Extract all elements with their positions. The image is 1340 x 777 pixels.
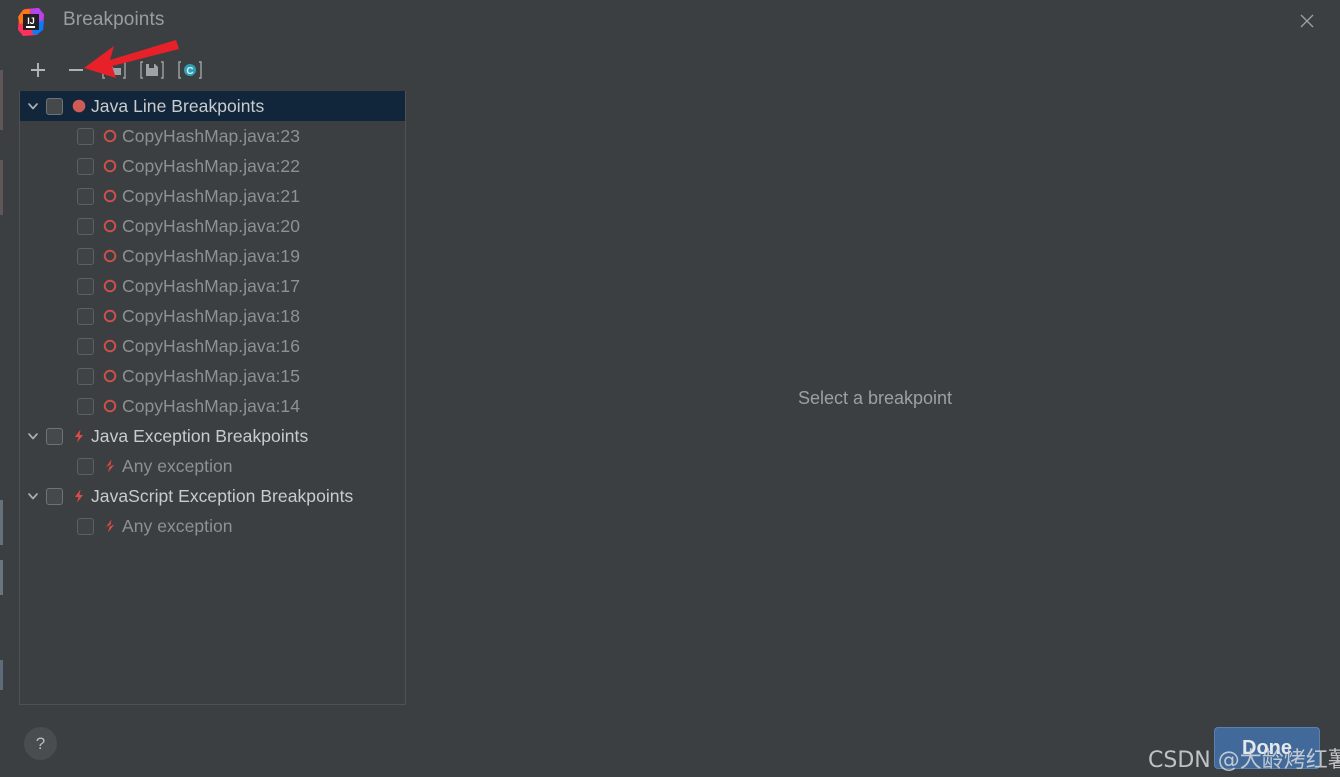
group-checkbox[interactable] [46,97,63,115]
breakpoint-label: CopyHashMap.java:20 [122,215,300,236]
edge-artifact [0,660,3,690]
tree-item-breakpoint[interactable]: CopyHashMap.java:14 [20,391,405,421]
tree-item-breakpoint[interactable]: CopyHashMap.java:18 [20,301,405,331]
tree-group-javascript-exception-breakpoints[interactable]: JavaScript Exception Breakpoints [20,481,405,511]
remove-breakpoint-button[interactable] [57,54,95,86]
tree-item-any-exception[interactable]: Any exception [20,511,405,541]
breakpoints-toolbar: C [19,54,209,86]
add-breakpoint-button[interactable] [19,54,57,86]
tree-item-breakpoint[interactable]: CopyHashMap.java:16 [20,331,405,361]
breakpoint-disabled-icon [100,217,119,236]
breakpoint-checkbox[interactable] [77,157,94,175]
tree-item-any-exception[interactable]: Any exception [20,451,405,481]
breakpoint-checkbox[interactable] [77,367,94,385]
breakpoint-label: CopyHashMap.java:23 [122,125,300,146]
breakpoint-label: CopyHashMap.java:17 [122,275,300,296]
edge-artifact [0,70,3,130]
group-checkbox[interactable] [46,427,63,445]
breakpoint-disabled-icon [100,337,119,356]
tree-item-breakpoint[interactable]: CopyHashMap.java:22 [20,151,405,181]
done-button-label: Done [1242,736,1292,759]
svg-text:C: C [186,66,193,77]
help-button[interactable]: ? [24,727,57,760]
breakpoint-disabled-icon [100,277,119,296]
exception-bolt-icon [69,427,88,446]
chevron-down-icon[interactable] [20,429,46,443]
breakpoint-checkbox[interactable] [77,277,94,295]
breakpoint-checkbox[interactable] [77,337,94,355]
breakpoint-checkbox[interactable] [77,307,94,325]
breakpoint-dot-icon [69,97,88,116]
breakpoint-checkbox[interactable] [77,247,94,265]
edge-artifact [0,560,3,595]
edge-artifact [0,500,3,545]
tree-item-breakpoint[interactable]: CopyHashMap.java:15 [20,361,405,391]
breakpoint-label: CopyHashMap.java:16 [122,335,300,356]
breakpoint-disabled-icon [100,127,119,146]
exception-bolt-disabled-icon [100,457,119,476]
breakpoint-checkbox[interactable] [77,217,94,235]
window-title: Breakpoints [63,9,165,30]
group-checkbox[interactable] [46,487,63,505]
tree-item-breakpoint[interactable]: CopyHashMap.java:23 [20,121,405,151]
breakpoint-detail-pane: Select a breakpoint [430,91,1320,705]
breakpoints-tree: Java Line Breakpoints CopyHashMap.java:2… [20,91,405,541]
chevron-down-icon[interactable] [20,99,46,113]
exception-checkbox[interactable] [77,517,94,535]
tree-item-breakpoint[interactable]: CopyHashMap.java:19 [20,241,405,271]
breakpoint-checkbox[interactable] [77,397,94,415]
exception-label: Any exception [122,455,233,476]
tree-group-java-line-breakpoints[interactable]: Java Line Breakpoints [20,91,405,121]
group-label: Java Line Breakpoints [91,95,265,116]
move-to-group-folder-icon[interactable] [95,54,133,86]
breakpoint-disabled-icon [100,397,119,416]
breakpoint-disabled-icon [100,187,119,206]
close-icon[interactable] [1286,2,1328,40]
tree-item-breakpoint[interactable]: CopyHashMap.java:21 [20,181,405,211]
breakpoint-disabled-icon [100,157,119,176]
breakpoint-label: CopyHashMap.java:22 [122,155,300,176]
exception-label: Any exception [122,515,233,536]
exception-bolt-disabled-icon [100,517,119,536]
tree-item-breakpoint[interactable]: CopyHashMap.java:17 [20,271,405,301]
title-bar: IJ Breakpoints [0,0,1340,44]
breakpoint-label: CopyHashMap.java:14 [122,395,300,416]
breakpoint-checkbox[interactable] [77,127,94,145]
breakpoints-tree-panel[interactable]: Java Line Breakpoints CopyHashMap.java:2… [19,91,406,705]
set-as-default-save-disk-icon[interactable] [133,54,171,86]
exception-bolt-icon [69,487,88,506]
breakpoint-disabled-icon [100,247,119,266]
tree-item-breakpoint[interactable]: CopyHashMap.java:20 [20,211,405,241]
edge-artifact [0,160,3,215]
done-button[interactable]: Done [1214,727,1320,769]
breakpoint-label: CopyHashMap.java:19 [122,245,300,266]
group-label: JavaScript Exception Breakpoints [91,485,354,506]
question-mark-icon: ? [35,733,46,753]
exception-checkbox[interactable] [77,457,94,475]
intellij-idea-logo-icon: IJ [16,7,46,37]
breakpoint-label: CopyHashMap.java:21 [122,185,300,206]
tree-group-java-exception-breakpoints[interactable]: Java Exception Breakpoints [20,421,405,451]
group-label: Java Exception Breakpoints [91,425,309,446]
breakpoint-checkbox[interactable] [77,187,94,205]
view-source-circle-c-icon[interactable]: C [171,54,209,86]
svg-text:IJ: IJ [27,16,35,26]
chevron-down-icon[interactable] [20,489,46,503]
breakpoint-disabled-icon [100,307,119,326]
breakpoint-label: CopyHashMap.java:15 [122,365,300,386]
breakpoint-disabled-icon [100,367,119,386]
empty-state-message: Select a breakpoint [797,387,953,408]
breakpoint-label: CopyHashMap.java:18 [122,305,300,326]
